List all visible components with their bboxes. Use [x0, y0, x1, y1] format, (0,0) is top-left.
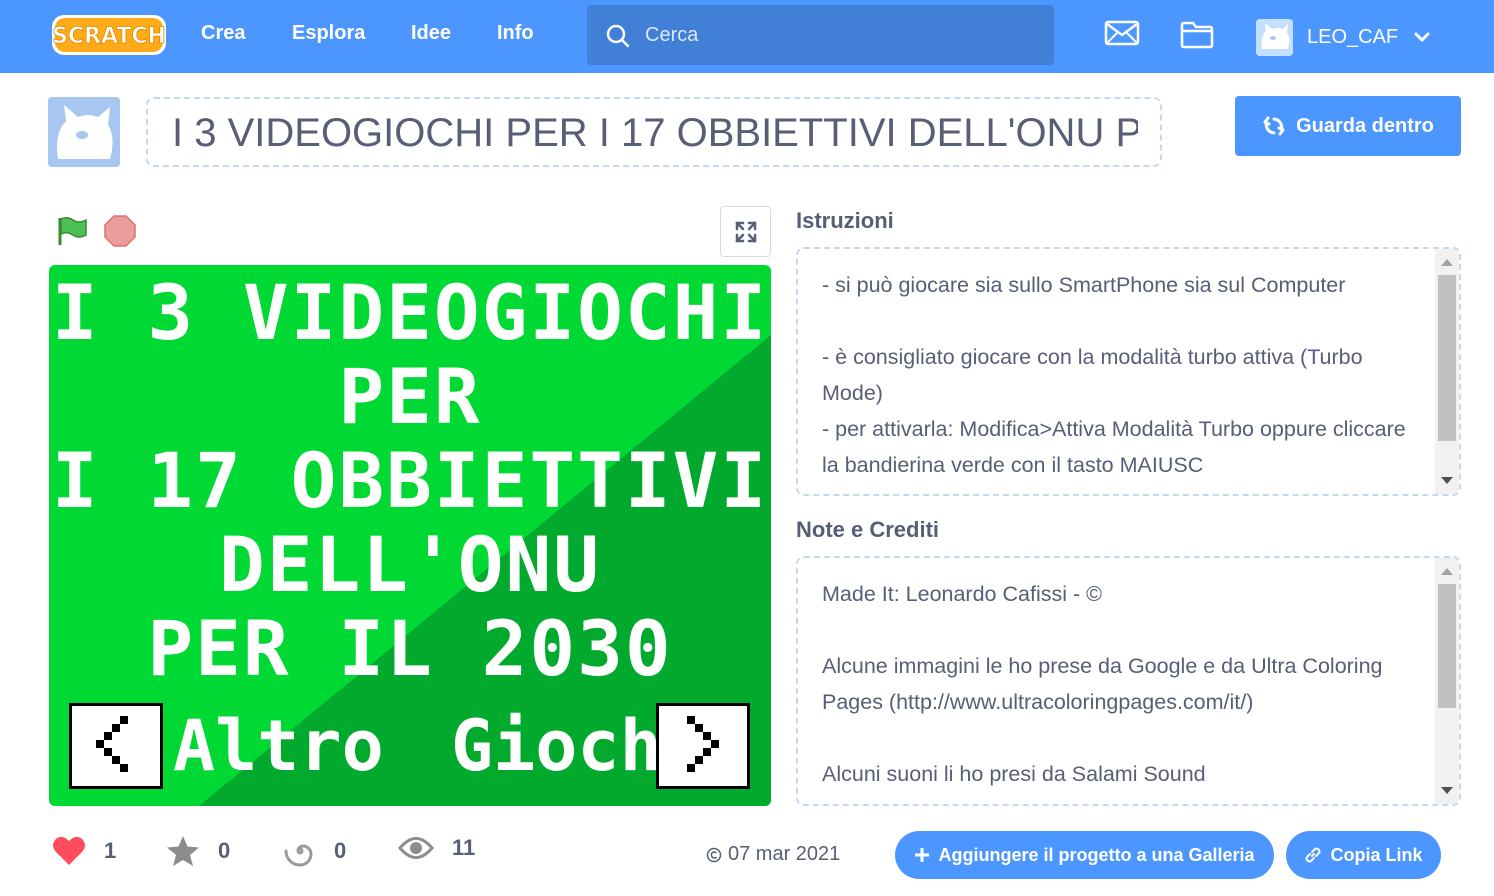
nav-link-about[interactable]: Info — [497, 22, 534, 45]
notes-text[interactable]: Made It: Leonardo Cafissi - © Alcune imm… — [822, 576, 1412, 792]
notes-scrollbar[interactable] — [1435, 558, 1459, 804]
my-stuff-folder-icon[interactable] — [1179, 18, 1215, 55]
nav-link-create[interactable]: Crea — [201, 22, 245, 45]
svg-text:SCRATCH: SCRATCH — [52, 24, 166, 49]
copyright-icon — [706, 847, 722, 862]
scratch-logo[interactable]: SCRATCH — [50, 12, 168, 58]
copy-link-button[interactable]: Copia Link — [1286, 831, 1441, 879]
avatar — [1256, 18, 1293, 56]
see-inside-button[interactable]: Guarda dentro — [1235, 96, 1461, 156]
views-count: 11 — [452, 835, 476, 860]
stage-title-line-4: DELL'ONU — [218, 520, 602, 609]
green-flag-button[interactable] — [56, 215, 88, 247]
stage-title-line-1: I 3 VIDEOGIOCHI — [51, 268, 769, 357]
notes-panel[interactable]: Made It: Leonardo Cafissi - © Alcune imm… — [796, 556, 1461, 806]
scroll-up-arrow-icon[interactable] — [1441, 259, 1453, 266]
nav-link-explore[interactable]: Esplora — [292, 22, 365, 45]
see-inside-label: Guarda dentro — [1296, 114, 1434, 137]
stage-title-line-3: I 17 OBBIETTIVI — [51, 436, 769, 525]
instructions-text[interactable]: - si può giocare sia sullo SmartPhone si… — [822, 267, 1412, 483]
scroll-thumb[interactable] — [1438, 275, 1456, 441]
project-title-input[interactable] — [172, 109, 1138, 157]
remix-arrows-icon — [1263, 116, 1285, 136]
star-icon — [167, 836, 199, 866]
username: LEO_CAF — [1307, 25, 1399, 48]
add-to-studio-button[interactable]: Aggiungere il progetto a una Galleria — [895, 831, 1274, 879]
love-stat[interactable]: 1 — [52, 835, 116, 867]
favorite-stat[interactable]: 0 — [166, 835, 230, 867]
add-to-studio-label: Aggiungere il progetto a una Galleria — [938, 844, 1255, 865]
top-navbar: SCRATCH Crea Esplora Idee Info Cerca LEO… — [0, 0, 1494, 73]
pixel-left-arrow-icon — [96, 716, 128, 772]
stage-label-altro: Altro — [173, 705, 384, 787]
project-stage[interactable]: I 3 VIDEOGIOCHI PER I 17 OBBIETTIVI DELL… — [49, 265, 771, 806]
stop-button[interactable] — [104, 215, 136, 247]
remix-count: 0 — [334, 838, 347, 863]
nav-link-ideas[interactable]: Idee — [411, 22, 451, 45]
heart-icon — [53, 836, 85, 865]
plus-icon — [915, 848, 930, 862]
stage-title-line-5: PER IL 2030 — [147, 604, 673, 693]
scroll-down-arrow-icon[interactable] — [1441, 787, 1453, 794]
share-date: 07 mar 2021 — [706, 843, 840, 866]
remix-stat: 0 — [284, 835, 346, 867]
messages-icon[interactable] — [1104, 18, 1140, 53]
pixel-right-arrow-icon — [687, 716, 719, 772]
link-icon — [1305, 847, 1321, 863]
fullscreen-icon — [735, 221, 756, 242]
stage-prev-arrow-button[interactable] — [69, 703, 163, 789]
search-icon — [606, 24, 630, 48]
views-stat: 11 — [398, 835, 475, 861]
instructions-panel[interactable]: - si può giocare sia sullo SmartPhone si… — [796, 247, 1461, 496]
copy-link-label: Copia Link — [1330, 844, 1423, 865]
search-input[interactable] — [645, 17, 1025, 53]
search-bar — [587, 5, 1054, 65]
scroll-thumb[interactable] — [1438, 584, 1456, 708]
fullscreen-button[interactable] — [720, 206, 771, 257]
stage-next-arrow-button[interactable] — [656, 703, 750, 789]
stage-title-line-2: PER — [338, 352, 482, 441]
chevron-down-icon — [1414, 32, 1430, 42]
instructions-heading: Istruzioni — [796, 208, 894, 233]
eye-icon — [398, 837, 434, 859]
remix-spiral-icon — [284, 844, 313, 867]
scroll-up-arrow-icon[interactable] — [1441, 568, 1453, 575]
notes-heading: Note e Crediti — [796, 517, 940, 542]
project-author-avatar[interactable] — [48, 97, 120, 167]
user-menu[interactable]: LEO_CAF — [1256, 18, 1430, 56]
project-title-field[interactable] — [146, 97, 1162, 167]
instructions-scrollbar[interactable] — [1435, 249, 1459, 494]
love-count: 1 — [104, 838, 117, 863]
scroll-down-arrow-icon[interactable] — [1441, 477, 1453, 484]
favorite-count: 0 — [218, 838, 231, 863]
share-date-text: 07 mar 2021 — [728, 843, 841, 865]
